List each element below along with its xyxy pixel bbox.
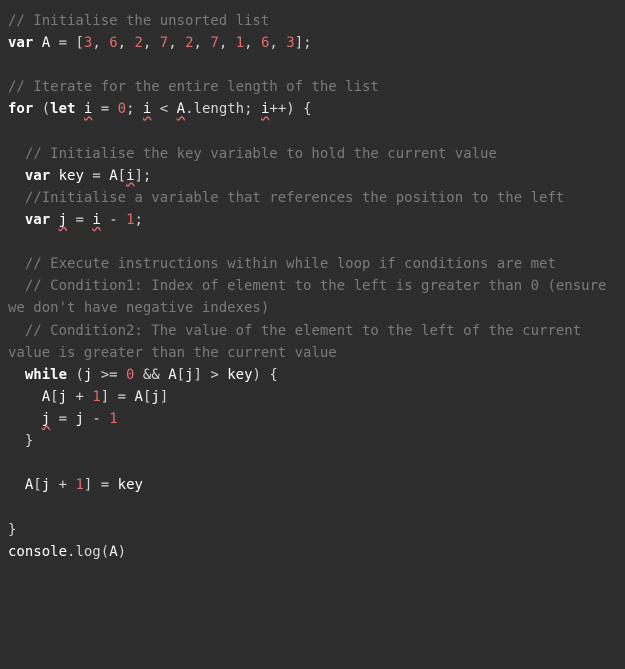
punct: ; bbox=[135, 212, 143, 228]
comment: // Initialise the key variable to hold t… bbox=[25, 146, 497, 162]
identifier: A bbox=[42, 389, 50, 405]
bracket: [ bbox=[33, 477, 41, 493]
identifier: key bbox=[227, 367, 252, 383]
identifier: A bbox=[109, 168, 117, 184]
number: 0 bbox=[118, 101, 126, 117]
punct: = bbox=[67, 212, 92, 228]
operator: - bbox=[101, 212, 126, 228]
operator: && bbox=[134, 367, 168, 383]
punct: = [ bbox=[50, 35, 84, 51]
punct: ]; bbox=[295, 35, 312, 51]
punct: ( bbox=[33, 101, 50, 117]
property: length bbox=[194, 101, 245, 117]
punct: ; bbox=[244, 101, 261, 117]
number: 1 bbox=[236, 35, 244, 51]
comment: // Iterate for the entire length of the … bbox=[8, 79, 379, 95]
punct: ; bbox=[126, 101, 143, 117]
code-block: // Initialise the unsorted list var A = … bbox=[0, 0, 625, 573]
number: 1 bbox=[109, 411, 117, 427]
identifier: key bbox=[118, 477, 143, 493]
identifier: A bbox=[168, 367, 176, 383]
number: 1 bbox=[92, 389, 100, 405]
operator: - bbox=[84, 411, 109, 427]
comment: // Condition2: The value of the element … bbox=[8, 323, 590, 361]
bracket: ] bbox=[101, 389, 109, 405]
identifier: i bbox=[126, 168, 134, 184]
punct: ) { bbox=[286, 101, 311, 117]
comment: // Condition1: Index of element to the l… bbox=[8, 278, 615, 316]
identifier: j bbox=[185, 367, 193, 383]
operator: + bbox=[50, 477, 75, 493]
identifier: j bbox=[59, 212, 67, 228]
identifier: A bbox=[135, 389, 143, 405]
identifier: j bbox=[59, 389, 67, 405]
identifier: j bbox=[151, 389, 159, 405]
number: 3 bbox=[84, 35, 92, 51]
punct: = bbox=[92, 477, 117, 493]
number: 1 bbox=[126, 212, 134, 228]
punct: = bbox=[50, 411, 75, 427]
punct: ( bbox=[67, 367, 84, 383]
number: 6 bbox=[261, 35, 269, 51]
comment: // Execute instructions within while loo… bbox=[25, 256, 556, 272]
bracket: ] bbox=[194, 367, 202, 383]
number: 1 bbox=[75, 477, 83, 493]
number: 2 bbox=[134, 35, 142, 51]
keyword-while: while bbox=[25, 367, 67, 383]
bracket: ]; bbox=[135, 168, 152, 184]
number: 3 bbox=[286, 35, 294, 51]
comment: //Initialise a variable that references … bbox=[25, 190, 564, 206]
keyword-let: let bbox=[50, 101, 75, 117]
punct: ) { bbox=[253, 367, 278, 383]
operator: ++ bbox=[269, 101, 286, 117]
punct: ) bbox=[118, 544, 126, 560]
bracket: [ bbox=[118, 168, 126, 184]
keyword-var: var bbox=[25, 168, 50, 184]
identifier: A bbox=[109, 544, 117, 560]
number: 2 bbox=[185, 35, 193, 51]
identifier: A bbox=[42, 35, 50, 51]
identifier: A bbox=[177, 101, 185, 117]
identifier: i bbox=[92, 212, 100, 228]
comment: // Initialise the unsorted list bbox=[8, 13, 269, 29]
operator: > bbox=[202, 367, 227, 383]
punct: = bbox=[92, 101, 117, 117]
bracket: [ bbox=[177, 367, 185, 383]
bracket: [ bbox=[50, 389, 58, 405]
method: log bbox=[75, 544, 100, 560]
brace: } bbox=[25, 433, 33, 449]
bracket: ] bbox=[160, 389, 168, 405]
identifier: console bbox=[8, 544, 67, 560]
punct: . bbox=[185, 101, 193, 117]
punct: ( bbox=[101, 544, 109, 560]
number: 7 bbox=[210, 35, 218, 51]
brace: } bbox=[8, 522, 16, 538]
number: 7 bbox=[160, 35, 168, 51]
identifier: j bbox=[42, 477, 50, 493]
identifier: j bbox=[75, 411, 83, 427]
identifier: key bbox=[59, 168, 84, 184]
operator: < bbox=[151, 101, 176, 117]
punct: = bbox=[84, 168, 109, 184]
operator: >= bbox=[92, 367, 126, 383]
number: 6 bbox=[109, 35, 117, 51]
identifier: j bbox=[42, 411, 50, 427]
operator: + bbox=[67, 389, 92, 405]
keyword-var: var bbox=[8, 35, 33, 51]
keyword-for: for bbox=[8, 101, 33, 117]
keyword-var: var bbox=[25, 212, 50, 228]
punct: = bbox=[109, 389, 134, 405]
